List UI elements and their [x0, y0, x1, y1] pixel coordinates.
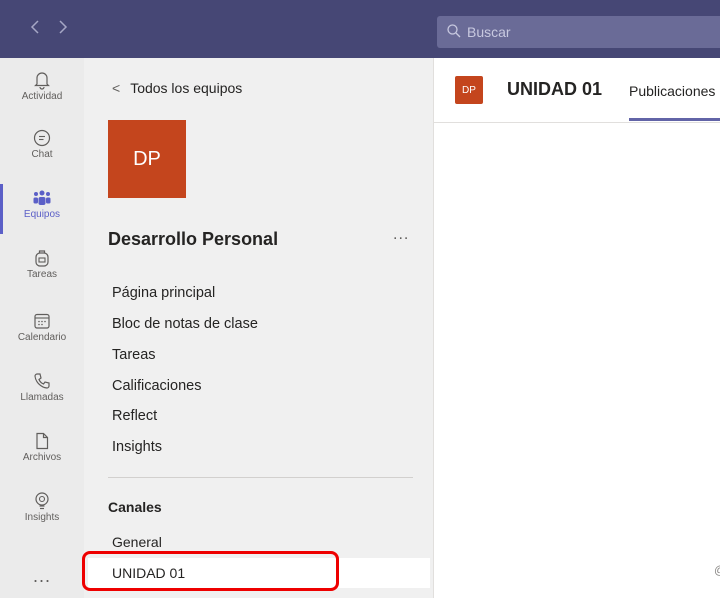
file-icon	[36, 432, 49, 450]
title-bar: Buscar	[0, 0, 720, 58]
teams-icon	[33, 190, 51, 205]
channels-heading: Canales	[108, 499, 162, 515]
app-rail: Actividad Chat Equipos Tareas Calendario…	[0, 58, 84, 598]
menu-item-insights[interactable]: Insights	[112, 439, 162, 455]
rail-item-chat[interactable]: Chat	[0, 128, 84, 184]
tab-publicaciones[interactable]: Publicaciones	[629, 83, 715, 99]
menu-item-tareas[interactable]: Tareas	[112, 347, 156, 363]
corner-glyph: @	[714, 563, 720, 577]
team-name: Desarrollo Personal	[108, 229, 279, 249]
rail-item-llamadas[interactable]: Llamadas	[0, 371, 84, 427]
rail-item-calendario[interactable]: Calendario	[0, 311, 84, 367]
menu-item-bloc-de-notas[interactable]: Bloc de notas de clase	[112, 316, 258, 332]
search-input[interactable]: Buscar	[437, 16, 720, 48]
chat-icon	[33, 129, 51, 147]
menu-item-reflect[interactable]: Reflect	[112, 408, 157, 424]
channel-header: DP UNIDAD 01 Publicaciones	[434, 58, 720, 123]
back-label: Todos los equipos	[130, 80, 243, 96]
rail-item-archivos[interactable]: Archivos	[0, 431, 84, 487]
lightbulb-icon	[35, 492, 49, 510]
back-to-teams-link[interactable]: < Todos los equipos	[112, 80, 242, 96]
rail-item-actividad[interactable]: Actividad	[0, 70, 84, 126]
backpack-icon	[35, 250, 49, 267]
team-panel: < Todos los equipos DP Desarrollo Persona…	[84, 58, 433, 598]
active-tab-underline	[629, 118, 720, 121]
calendar-icon	[34, 313, 50, 329]
more-apps-button[interactable]: ...	[0, 566, 84, 587]
search-icon	[447, 24, 461, 38]
chevron-left-icon: <	[112, 80, 121, 96]
rail-item-equipos[interactable]: Equipos	[0, 188, 84, 244]
rail-item-tareas[interactable]: Tareas	[0, 248, 84, 304]
search-placeholder: Buscar	[467, 24, 511, 40]
team-more-options-button[interactable]: ...	[393, 226, 409, 244]
back-arrow-icon[interactable]	[28, 20, 42, 38]
channel-title: UNIDAD 01	[507, 79, 603, 99]
section-divider	[108, 477, 413, 478]
channel-general[interactable]: General	[112, 534, 162, 550]
team-avatar: DP	[108, 120, 186, 198]
channel-avatar: DP	[455, 76, 483, 104]
bell-icon	[34, 72, 50, 90]
channel-content: DP UNIDAD 01 Publicaciones	[433, 58, 720, 598]
menu-item-pagina-principal[interactable]: Página principal	[112, 285, 215, 301]
annotation-highlight-box	[82, 551, 339, 591]
rail-item-insights[interactable]: Insights	[0, 491, 84, 547]
forward-arrow-icon[interactable]	[56, 20, 70, 38]
phone-icon	[34, 373, 50, 389]
menu-item-calificaciones[interactable]: Calificaciones	[112, 378, 201, 394]
